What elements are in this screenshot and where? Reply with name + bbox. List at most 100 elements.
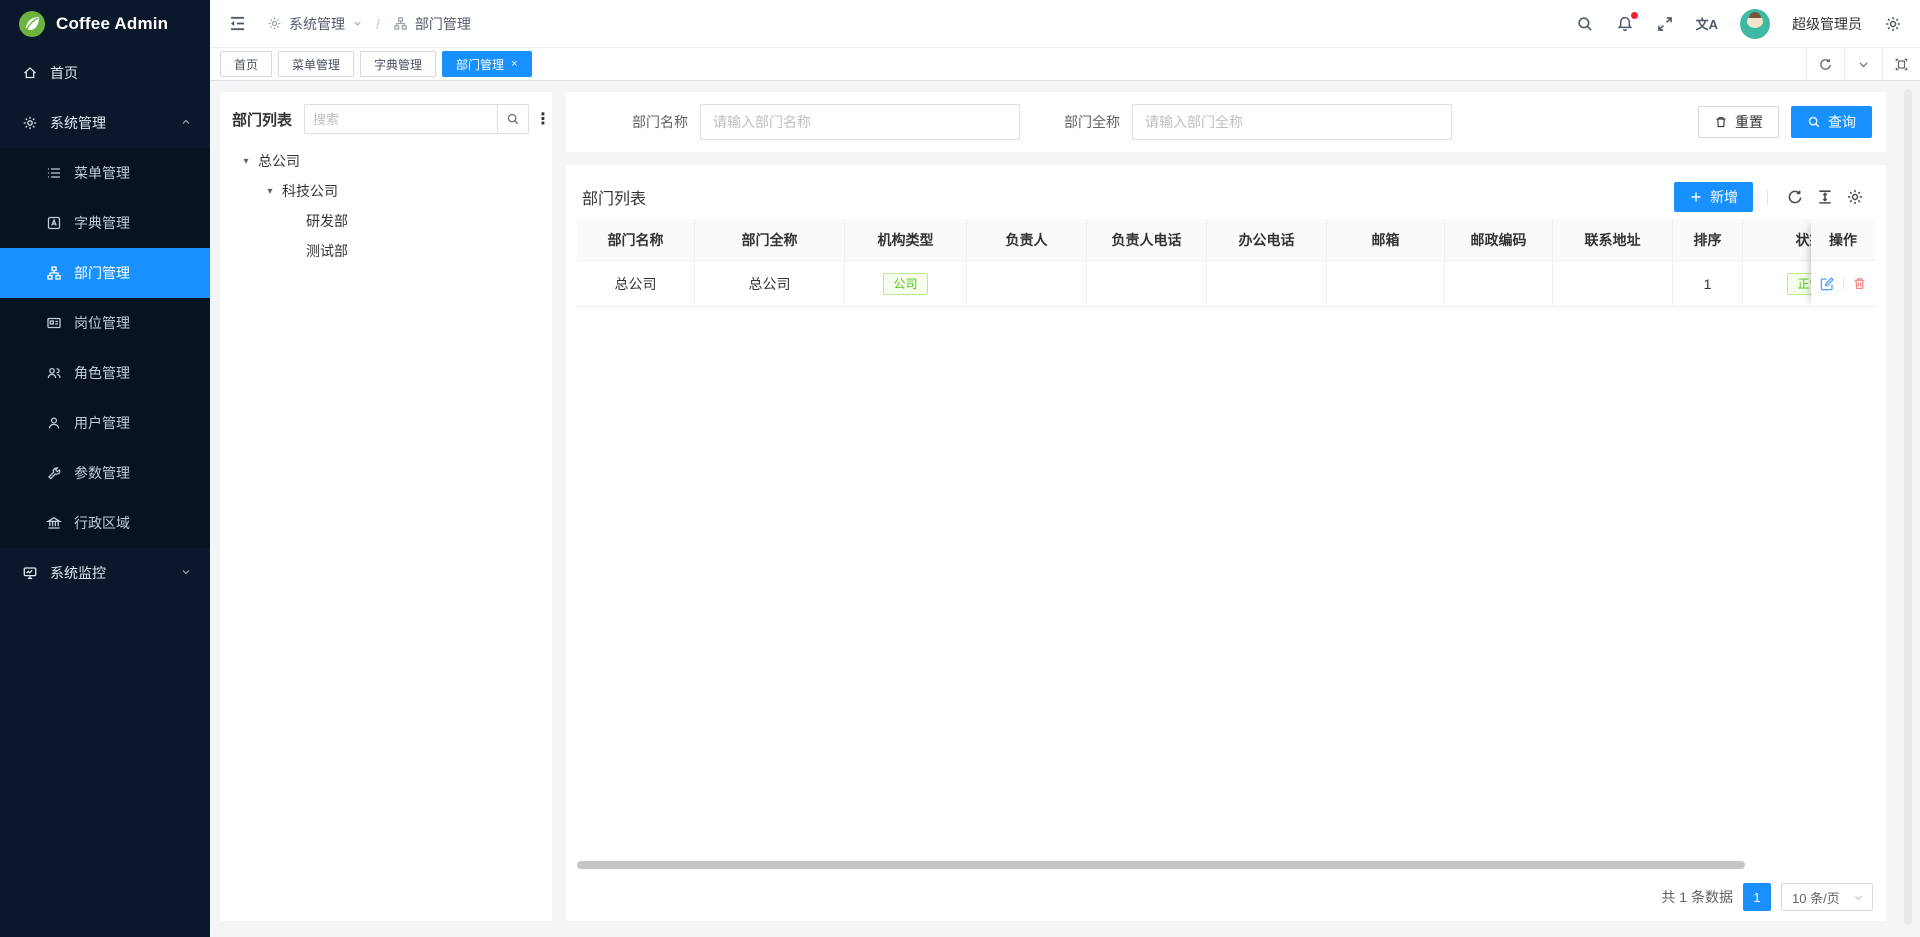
tree-search-group (304, 104, 529, 134)
search-icon[interactable] (1576, 15, 1594, 33)
gear-icon (22, 115, 38, 131)
translate-icon[interactable]: 文A (1696, 14, 1718, 33)
dept-name-input[interactable] (700, 104, 1020, 140)
fullscreen-icon[interactable] (1656, 15, 1674, 33)
username[interactable]: 超级管理员 (1792, 14, 1862, 34)
column-header[interactable]: 邮政编码 (1445, 219, 1553, 261)
plus-icon (1689, 190, 1703, 204)
sidebar-item-system[interactable]: 系统管理 (0, 98, 210, 148)
column-header[interactable]: 办公电话 (1207, 219, 1327, 261)
cell-address (1553, 261, 1673, 307)
sidebar-item-user-mgmt[interactable]: 用户管理 (0, 398, 210, 448)
page-size-select[interactable]: 10 条/页 (1781, 883, 1873, 911)
sidebar-item-role-mgmt[interactable]: 角色管理 (0, 348, 210, 398)
horizontal-scrollbar-thumb[interactable] (577, 861, 1745, 869)
kebab-menu-icon[interactable]: ⋮ (535, 109, 551, 129)
filter-panel: 部门名称 部门全称 重置 查询 (566, 92, 1886, 152)
dept-tree: ▾ 总公司 ▾ 科技公司 研发部 测试部 (232, 146, 540, 266)
tree-node-hq[interactable]: ▾ 总公司 (232, 146, 540, 176)
table-row[interactable]: 总公司 总公司 公司 1 正常 (577, 261, 1875, 307)
delete-icon[interactable] (1852, 276, 1867, 291)
table-empty-space (577, 307, 1875, 861)
maximize-icon[interactable] (1882, 48, 1920, 80)
tab-home[interactable]: 首页 (220, 51, 272, 77)
column-settings-gear-icon[interactable] (1840, 188, 1870, 206)
tab-menu-mgmt[interactable]: 菜单管理 (278, 51, 354, 77)
dept-fullname-input[interactable] (1132, 104, 1452, 140)
reset-label: 重置 (1735, 112, 1763, 132)
tree-node-rd[interactable]: 研发部 (232, 206, 540, 236)
action-divider (1843, 277, 1844, 290)
breadcrumb-level2: 部门管理 (415, 14, 471, 34)
notifications-button[interactable] (1616, 15, 1634, 33)
breadcrumb-level1[interactable]: 系统管理 (289, 14, 345, 34)
sidebar: Coffee Admin 首页 系统管理 菜单管理 字典管理 (0, 0, 210, 937)
close-icon[interactable]: × (511, 58, 517, 70)
column-header[interactable]: 部门全称 (695, 219, 845, 261)
roles-icon (46, 365, 62, 381)
row-height-icon[interactable] (1810, 188, 1840, 206)
tree-node-label: 测试部 (306, 241, 348, 261)
tree-title: 部门列表 (232, 109, 292, 130)
edit-icon[interactable] (1819, 276, 1835, 292)
sidebar-item-region[interactable]: 行政区域 (0, 498, 210, 548)
settings-gear-icon[interactable] (1884, 15, 1902, 33)
sidebar-item-monitor[interactable]: 系统监控 (0, 548, 210, 598)
tab-dept-mgmt[interactable]: 部门管理× (442, 51, 531, 77)
caret-down-icon[interactable]: ▾ (262, 186, 278, 197)
column-header[interactable]: 负责人 (967, 219, 1087, 261)
app-root: Coffee Admin 首页 系统管理 菜单管理 字典管理 (0, 0, 1920, 937)
page-number-button[interactable]: 1 (1743, 883, 1771, 911)
caret-down-icon[interactable]: ▾ (238, 156, 254, 167)
cell-dept-name: 总公司 (577, 261, 695, 307)
tree-node-label: 研发部 (306, 211, 348, 231)
vertical-scrollbar[interactable] (1904, 89, 1912, 925)
reset-button[interactable]: 重置 (1698, 106, 1779, 138)
avatar[interactable] (1740, 9, 1770, 39)
collapse-sidebar-icon[interactable] (228, 14, 247, 33)
sidebar-item-param-mgmt[interactable]: 参数管理 (0, 448, 210, 498)
wrench-icon (46, 465, 62, 481)
column-header[interactable]: 邮箱 (1327, 219, 1445, 261)
tree-search-button[interactable] (497, 104, 529, 134)
tree-node-tech[interactable]: ▾ 科技公司 (232, 176, 540, 206)
tree-search-input[interactable] (304, 104, 497, 134)
table-wrapper: 部门名称 部门全称 机构类型 负责人 负责人电话 办公电话 邮箱 邮政编码 联系… (577, 219, 1875, 307)
column-header[interactable]: 部门名称 (577, 219, 695, 261)
sidebar-item-home[interactable]: 首页 (0, 48, 210, 98)
add-label: 新增 (1710, 187, 1738, 207)
refresh-icon[interactable] (1780, 188, 1810, 206)
cell-leader (967, 261, 1087, 307)
dept-table-panel: 部门列表 新增 (566, 165, 1886, 921)
tree-node-label: 总公司 (258, 151, 300, 171)
brand-logo: Coffee Admin (0, 0, 210, 48)
org-chart-icon (393, 16, 408, 31)
breadcrumb: 系统管理 / 部门管理 (267, 14, 471, 34)
chevron-down-icon (352, 18, 363, 29)
search-button[interactable]: 查询 (1791, 106, 1872, 138)
sidebar-item-label: 系统管理 (50, 113, 106, 133)
content-area: 部门列表 ⋮ ▾ 总公司 ▾ 科技公司 (210, 81, 1920, 937)
sidebar-item-dept-mgmt[interactable]: 部门管理 (0, 248, 210, 298)
sidebar-item-post-mgmt[interactable]: 岗位管理 (0, 298, 210, 348)
table-card-header: 部门列表 新增 (577, 175, 1875, 219)
column-header[interactable]: 排序 (1673, 219, 1743, 261)
column-header[interactable]: 机构类型 (845, 219, 967, 261)
monitor-icon (22, 565, 38, 581)
sidebar-item-label: 字典管理 (74, 213, 130, 233)
add-button[interactable]: 新增 (1674, 182, 1753, 212)
tab-bar: 首页 菜单管理 字典管理 部门管理× (210, 48, 1920, 81)
column-header[interactable]: 负责人电话 (1087, 219, 1207, 261)
trash-icon (1714, 115, 1728, 129)
column-header[interactable]: 联系地址 (1553, 219, 1673, 261)
sidebar-item-menu-mgmt[interactable]: 菜单管理 (0, 148, 210, 198)
id-card-icon (46, 315, 62, 331)
horizontal-scrollbar (577, 861, 1875, 869)
refresh-icon[interactable] (1806, 48, 1844, 80)
sidebar-item-label: 用户管理 (74, 413, 130, 433)
sidebar-item-dict-mgmt[interactable]: 字典管理 (0, 198, 210, 248)
user-icon (46, 415, 62, 431)
tab-dict-mgmt[interactable]: 字典管理 (360, 51, 436, 77)
tree-node-test[interactable]: 测试部 (232, 236, 540, 266)
chevron-down-icon[interactable] (1844, 48, 1882, 80)
